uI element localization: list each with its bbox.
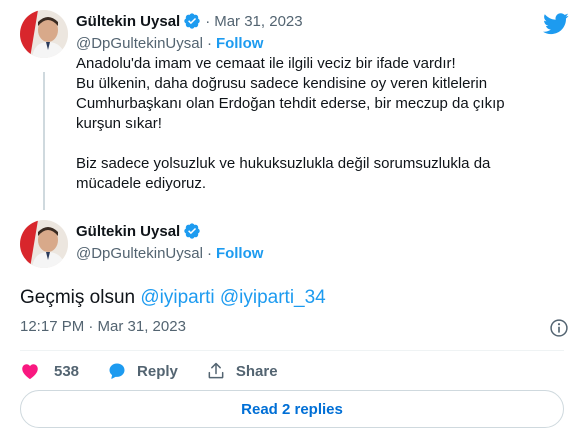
avatar-photo [20,10,68,58]
avatar-photo [20,220,68,268]
tweet-text-line: mücadele ediyoruz. [76,175,207,192]
separator-dot: · [206,245,212,262]
mention-link[interactable]: @iyiparti [140,287,214,308]
reply-label: Reply [137,362,178,380]
twitter-bird-icon[interactable] [543,13,569,35]
tweet-text-line: Bu ülkenin, daha doğrusu sadece kendisin… [76,75,488,92]
author-name[interactable]: Gültekin Uysal [76,13,180,30]
separator-dot: · [205,12,211,30]
share-button[interactable]: Share [206,361,278,381]
tweet-text-line: Anadolu'da imam ve cemaat ile ilgili vec… [76,55,456,72]
tweet1-header: Gültekin Uysal · Mar 31, 2023 [76,12,303,30]
share-upload-icon [208,362,224,379]
verified-badge-icon [183,12,201,30]
thread-connector-line [43,72,45,210]
heart-icon [22,364,38,379]
like-count: 538 [54,362,80,380]
info-icon[interactable] [549,318,569,338]
tweet2-body: Geçmiş olsun @iyiparti @iyiparti_34 [20,285,326,311]
divider [20,350,564,351]
reply-bubble-icon [109,363,125,379]
tweet-date[interactable]: Mar 31, 2023 [214,13,302,30]
share-label: Share [235,362,278,380]
author-handle[interactable]: @DpGultekinUysal [76,245,203,262]
follow-button[interactable]: Follow [216,35,264,52]
action-bar: 538 Reply Share [20,356,306,386]
tweet-timestamp[interactable]: 12:17 PM · Mar 31, 2023 [20,318,186,335]
avatar[interactable] [20,10,68,58]
like-button[interactable]: 538 [20,361,79,381]
reply-button[interactable]: Reply [107,361,178,381]
tweet-text-line: kurşun sıkar! [76,115,162,132]
avatar[interactable] [20,220,68,268]
author-name[interactable]: Gültekin Uysal [76,223,180,240]
tweet-text-line: Biz sadece yolsuzluk ve hukuksuzlukla de… [76,155,491,172]
verified-badge-icon [183,222,201,240]
tweet2-header: Gültekin Uysal [76,222,201,240]
follow-button[interactable]: Follow [216,245,264,262]
author-handle[interactable]: @DpGultekinUysal [76,35,203,52]
tweet2-subheader: @DpGultekinUysal · Follow [76,245,263,262]
tweet1-subheader: @DpGultekinUysal · Follow [76,35,263,52]
separator-dot: · [206,35,212,52]
read-replies-button[interactable]: Read 2 replies [20,390,564,428]
tweet1-body: Anadolu'da imam ve cemaat ile ilgili vec… [76,54,572,194]
mention-link[interactable]: @iyiparti_34 [220,287,326,308]
tweet-text: Geçmiş olsun [20,287,141,308]
tweet-text-line: Cumhurbaşkanı olan Erdoğan tehdit ederse… [76,95,505,112]
